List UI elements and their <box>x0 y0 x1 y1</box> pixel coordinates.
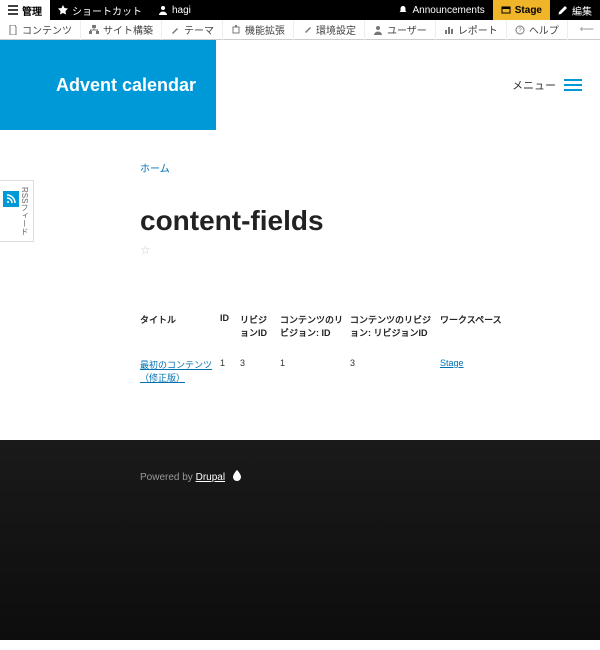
toolbar-user-label: hagi <box>172 5 191 16</box>
menu-config[interactable]: 環境設定 <box>294 20 365 40</box>
toolbar-announcements-label: Announcements <box>412 5 484 16</box>
menu-structure[interactable]: サイト構築 <box>81 20 162 40</box>
toolbar-shortcuts-label: ショートカット <box>72 3 142 18</box>
menu-appearance[interactable]: テーマ <box>162 20 223 40</box>
footer-drupal-link[interactable]: Drupal <box>196 472 225 483</box>
help-icon: ? <box>515 25 525 35</box>
menu-structure-label: サイト構築 <box>103 22 153 37</box>
user-icon <box>158 5 168 15</box>
menu-extend[interactable]: 機能拡張 <box>223 20 294 40</box>
toolbar-stage-label: Stage <box>515 5 542 16</box>
breadcrumb-home[interactable]: ホーム <box>140 164 170 175</box>
menu-content[interactable]: コンテンツ <box>0 20 81 40</box>
toolbar-shortcuts[interactable]: ショートカット <box>50 0 150 20</box>
config-icon <box>302 25 312 35</box>
menu-content-label: コンテンツ <box>22 22 72 37</box>
menu-help[interactable]: ? ヘルプ <box>507 20 568 40</box>
breadcrumb: ホーム <box>140 160 540 175</box>
site-header: Advent calendar メニュー <box>0 40 600 130</box>
table-row: 最初のコンテンツ（修正版） 1 3 1 3 Stage <box>140 344 540 399</box>
reports-icon <box>444 25 454 35</box>
toolbar-user[interactable]: hagi <box>150 0 199 20</box>
drupal-icon <box>232 470 242 485</box>
row-title-link[interactable]: 最初のコンテンツ（修正版） <box>140 360 212 383</box>
site-footer: Powered by Drupal <box>0 440 600 640</box>
rss-feed-tab[interactable]: RSSフィード <box>0 180 34 242</box>
menu-people-label: ユーザー <box>387 22 427 37</box>
content-icon <box>8 25 18 35</box>
site-title[interactable]: Advent calendar <box>0 75 196 96</box>
star-icon <box>58 5 68 15</box>
admin-menu: コンテンツ サイト構築 テーマ 機能拡張 環境設定 ユーザー レポート ? ヘル… <box>0 20 600 40</box>
footer-powered-by: Powered by <box>140 472 193 483</box>
row-workspace-link[interactable]: Stage <box>440 358 464 368</box>
toolbar-stage[interactable]: Stage <box>493 0 550 20</box>
people-icon <box>373 25 383 35</box>
hamburger-icon <box>8 5 18 15</box>
menu-appearance-label: テーマ <box>184 22 214 37</box>
menu-help-label: ヘルプ <box>529 22 559 37</box>
th-workspace: ワークスペース <box>440 309 540 344</box>
rss-feed-label: RSSフィード <box>20 187 29 235</box>
page-title: content-fields <box>140 205 540 237</box>
th-id: ID <box>220 309 240 344</box>
menu-people[interactable]: ユーザー <box>365 20 436 40</box>
structure-icon <box>89 25 99 35</box>
menu-extend-label: 機能拡張 <box>245 22 285 37</box>
row-content-revision-id: 1 <box>280 344 350 399</box>
menu-toggle[interactable] <box>564 79 582 91</box>
shortcut-star-icon[interactable]: ☆ <box>140 243 151 257</box>
workspace-icon <box>501 5 511 15</box>
toolbar-manage-label: 管理 <box>22 3 42 18</box>
row-content-revision-revid: 3 <box>350 344 440 399</box>
th-content-revision-id: コンテンツのリビジョン: ID <box>280 309 350 344</box>
row-revision-id: 3 <box>240 344 280 399</box>
th-revision-id: リビジョンID <box>240 309 280 344</box>
main-content: ホーム content-fields ☆ タイトル ID リビジョンID コンテ… <box>0 130 600 440</box>
toolbar-edit[interactable]: 編集 <box>550 0 600 20</box>
menu-toggle-label: メニュー <box>512 77 556 93</box>
row-id: 1 <box>220 344 240 399</box>
menu-reports-label: レポート <box>458 22 498 37</box>
toolbar-manage[interactable]: 管理 <box>0 0 50 20</box>
toolbar-orientation-toggle[interactable]: ⟵ <box>574 24 600 35</box>
menu-config-label: 環境設定 <box>316 22 356 37</box>
toolbar-announcements[interactable]: Announcements <box>390 0 492 20</box>
th-content-revision-revid: コンテンツのリビジョン: リビジョンID <box>350 309 440 344</box>
appearance-icon <box>170 25 180 35</box>
toolbar-edit-label: 編集 <box>572 3 592 18</box>
pencil-icon <box>558 5 568 15</box>
bell-icon <box>398 5 408 15</box>
rss-icon <box>3 191 19 207</box>
content-table: タイトル ID リビジョンID コンテンツのリビジョン: ID コンテンツのリビ… <box>140 309 540 398</box>
admin-toolbar: 管理 ショートカット hagi Announcements Stage 編集 <box>0 0 600 20</box>
th-title: タイトル <box>140 309 220 344</box>
extend-icon <box>231 25 241 35</box>
menu-reports[interactable]: レポート <box>436 20 507 40</box>
table-header-row: タイトル ID リビジョンID コンテンツのリビジョン: ID コンテンツのリビ… <box>140 309 540 344</box>
